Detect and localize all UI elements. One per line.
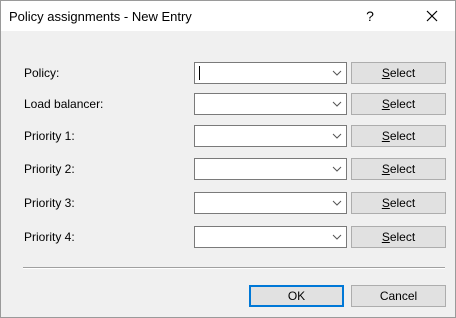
window-title: Policy assignments - New Entry <box>9 9 192 24</box>
load-balancer-label: Load balancer: <box>24 97 104 111</box>
field-row-priority-4: Priority 4: Select <box>1 226 455 248</box>
field-row-priority-2: Priority 2: Select <box>1 158 455 180</box>
chevron-down-icon[interactable] <box>332 68 342 78</box>
field-row-load-balancer: Load balancer: Select <box>1 93 455 115</box>
priority-4-value <box>200 230 318 244</box>
chevron-down-icon[interactable] <box>332 198 342 208</box>
priority-3-select-button[interactable]: Select <box>351 192 446 214</box>
separator-line <box>23 267 445 269</box>
cancel-button[interactable]: Cancel <box>351 285 446 307</box>
priority-2-combobox[interactable] <box>194 158 347 180</box>
priority-2-select-button[interactable]: Select <box>351 158 446 180</box>
policy-select-button[interactable]: Select <box>351 62 446 84</box>
priority-4-combobox[interactable] <box>194 226 347 248</box>
dialog-window: Policy assignments - New Entry ? Policy:… <box>0 0 456 318</box>
priority-4-select-button[interactable]: Select <box>351 226 446 248</box>
priority-3-value <box>200 196 318 210</box>
help-button[interactable]: ? <box>347 1 393 31</box>
priority-1-value <box>200 129 318 143</box>
policy-label: Policy: <box>24 66 60 80</box>
chevron-down-icon[interactable] <box>332 99 342 109</box>
priority-4-label: Priority 4: <box>24 230 75 244</box>
priority-1-label: Priority 1: <box>24 129 75 143</box>
priority-1-select-button[interactable]: Select <box>351 125 446 147</box>
chevron-down-icon[interactable] <box>332 232 342 242</box>
field-row-policy: Policy: Select <box>1 62 455 84</box>
policy-combobox[interactable] <box>194 62 347 84</box>
priority-2-value <box>200 162 318 176</box>
field-row-priority-3: Priority 3: Select <box>1 192 455 214</box>
title-bar[interactable]: Policy assignments - New Entry ? <box>1 1 455 31</box>
policy-value <box>200 66 318 80</box>
priority-2-label: Priority 2: <box>24 162 75 176</box>
chevron-down-icon[interactable] <box>332 131 342 141</box>
close-icon <box>426 10 438 22</box>
load-balancer-value <box>200 97 318 111</box>
load-balancer-combobox[interactable] <box>194 93 347 115</box>
ok-button[interactable]: OK <box>249 285 344 307</box>
load-balancer-select-button[interactable]: Select <box>351 93 446 115</box>
priority-1-combobox[interactable] <box>194 125 347 147</box>
priority-3-combobox[interactable] <box>194 192 347 214</box>
priority-3-label: Priority 3: <box>24 196 75 210</box>
field-row-priority-1: Priority 1: Select <box>1 125 455 147</box>
chevron-down-icon[interactable] <box>332 164 342 174</box>
close-button[interactable] <box>409 1 455 31</box>
